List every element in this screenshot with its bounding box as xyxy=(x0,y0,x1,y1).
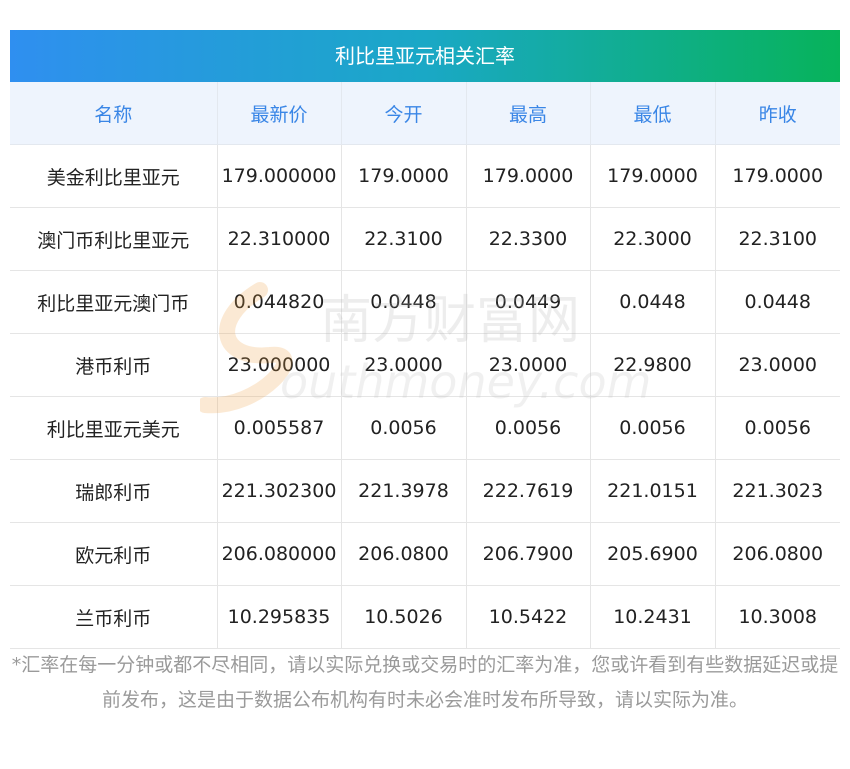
cell-open: 206.0800 xyxy=(341,522,467,586)
cell-open: 10.5026 xyxy=(341,585,467,649)
cell-latest: 221.302300 xyxy=(217,459,342,523)
cell-latest: 23.000000 xyxy=(217,333,342,397)
table-title: 利比里亚元相关汇率 xyxy=(10,30,840,82)
column-header-latest: 最新价 xyxy=(217,82,342,145)
column-header-open: 今开 xyxy=(341,82,467,145)
cell-name: 瑞郎利币 xyxy=(10,459,218,523)
cell-low: 0.0448 xyxy=(590,270,716,334)
table-row: 美金利比里亚元 179.000000 179.0000 179.0000 179.000… xyxy=(10,144,840,208)
cell-high: 22.3300 xyxy=(466,207,591,271)
cell-high: 206.7900 xyxy=(466,522,591,586)
table-row: 澳门币利比里亚元 22.310000 22.3100 22.3300 22.3000 22… xyxy=(10,207,840,271)
cell-prev-close: 179.0000 xyxy=(715,144,840,208)
rates-table: 名称 最新价 今开 最高 最低 昨收 美金利比里亚元 179.000000 179.… xyxy=(10,82,840,649)
cell-latest: 0.044820 xyxy=(217,270,342,334)
table-row: 瑞郎利币 221.302300 221.3978 222.7619 221.0151 22… xyxy=(10,459,840,523)
table-row: 港币利币 23.000000 23.0000 23.0000 22.9800 23.000… xyxy=(10,333,840,397)
cell-open: 179.0000 xyxy=(341,144,467,208)
cell-prev-close: 206.0800 xyxy=(715,522,840,586)
cell-low: 179.0000 xyxy=(590,144,716,208)
table-row: 兰币利币 10.295835 10.5026 10.5422 10.2431 10.300… xyxy=(10,585,840,649)
cell-low: 221.0151 xyxy=(590,459,716,523)
cell-prev-close: 22.3100 xyxy=(715,207,840,271)
table-row: 利比里亚元美元 0.005587 0.0056 0.0056 0.0056 0.0056 xyxy=(10,396,840,460)
column-header-name: 名称 xyxy=(10,82,218,145)
cell-low: 10.2431 xyxy=(590,585,716,649)
cell-latest: 179.000000 xyxy=(217,144,342,208)
disclaimer-note: *汇率在每一分钟或都不尽相同，请以实际兑换或交易时的汇率为准，您或许看到有些数据… xyxy=(11,654,839,711)
cell-open: 221.3978 xyxy=(341,459,467,523)
cell-latest: 10.295835 xyxy=(217,585,342,649)
rates-panel: 利比里亚元相关汇率 名称 最新价 今开 最高 最低 昨收 美金利比里亚元 179.… xyxy=(10,30,840,649)
cell-latest: 206.080000 xyxy=(217,522,342,586)
column-header-high: 最高 xyxy=(466,82,591,145)
cell-open: 23.0000 xyxy=(341,333,467,397)
cell-latest: 22.310000 xyxy=(217,207,342,271)
table-row: 利比里亚元澳门币 0.044820 0.0448 0.0449 0.0448 0.0448 xyxy=(10,270,840,334)
cell-prev-close: 23.0000 xyxy=(715,333,840,397)
column-header-low: 最低 xyxy=(590,82,716,145)
cell-prev-close: 221.3023 xyxy=(715,459,840,523)
cell-low: 22.9800 xyxy=(590,333,716,397)
cell-low: 22.3000 xyxy=(590,207,716,271)
header-row: 名称 最新价 今开 最高 最低 昨收 xyxy=(10,82,840,145)
cell-name: 美金利比里亚元 xyxy=(10,144,218,208)
cell-open: 0.0056 xyxy=(341,396,467,460)
cell-prev-close: 10.3008 xyxy=(715,585,840,649)
cell-low: 0.0056 xyxy=(590,396,716,460)
cell-low: 205.6900 xyxy=(590,522,716,586)
cell-high: 10.5422 xyxy=(466,585,591,649)
cell-high: 0.0056 xyxy=(466,396,591,460)
cell-high: 23.0000 xyxy=(466,333,591,397)
cell-name: 欧元利币 xyxy=(10,522,218,586)
column-header-prev-close: 昨收 xyxy=(715,82,840,145)
cell-name: 港币利币 xyxy=(10,333,218,397)
cell-name: 澳门币利比里亚元 xyxy=(10,207,218,271)
cell-open: 0.0448 xyxy=(341,270,467,334)
cell-prev-close: 0.0448 xyxy=(715,270,840,334)
cell-name: 兰币利币 xyxy=(10,585,218,649)
cell-high: 179.0000 xyxy=(466,144,591,208)
cell-high: 222.7619 xyxy=(466,459,591,523)
table-row: 欧元利币 206.080000 206.0800 206.7900 205.6900 20… xyxy=(10,522,840,586)
cell-open: 22.3100 xyxy=(341,207,467,271)
cell-latest: 0.005587 xyxy=(217,396,342,460)
cell-name: 利比里亚元美元 xyxy=(10,396,218,460)
cell-prev-close: 0.0056 xyxy=(715,396,840,460)
cell-name: 利比里亚元澳门币 xyxy=(10,270,218,334)
cell-high: 0.0449 xyxy=(466,270,591,334)
